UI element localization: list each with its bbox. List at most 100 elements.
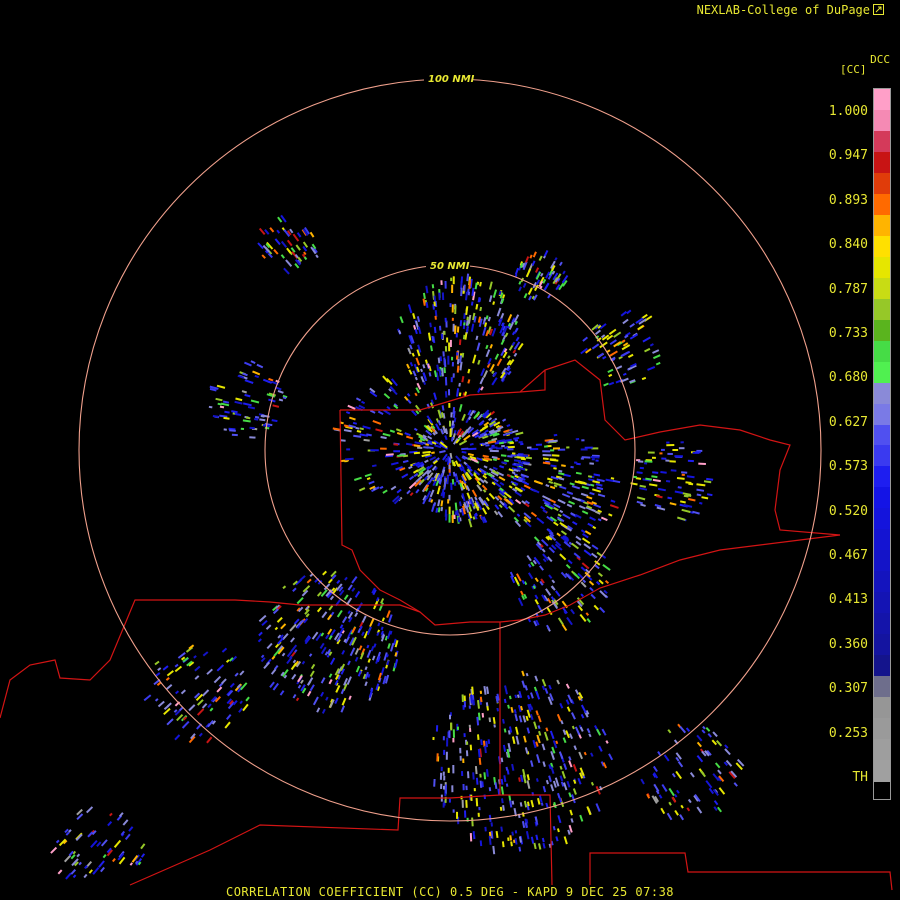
echo-gate bbox=[696, 734, 703, 742]
echo-gate bbox=[463, 313, 466, 319]
echo-gate bbox=[609, 339, 617, 346]
echo-gate bbox=[493, 510, 499, 516]
echo-gate bbox=[579, 726, 584, 732]
echo-gate bbox=[559, 509, 564, 514]
echo-gate bbox=[340, 688, 345, 695]
echo-gate bbox=[457, 517, 461, 523]
echo-gate bbox=[415, 320, 420, 330]
echo-gate bbox=[582, 336, 589, 342]
echo-gate bbox=[100, 839, 108, 847]
echo-gate bbox=[537, 715, 542, 723]
echo-gate bbox=[459, 508, 462, 513]
echo-gate bbox=[481, 507, 488, 515]
echo-gate bbox=[439, 472, 444, 480]
echo-gate bbox=[369, 618, 375, 628]
echo-gate bbox=[500, 826, 503, 832]
echo-gate bbox=[340, 705, 346, 713]
echo-gate bbox=[511, 763, 515, 771]
echo-gate bbox=[366, 644, 370, 649]
echo-gate bbox=[624, 334, 629, 339]
echo-gate bbox=[538, 255, 543, 262]
echo-gate bbox=[343, 594, 349, 601]
echo-gate bbox=[70, 854, 76, 860]
echo-gate bbox=[592, 480, 601, 484]
echo-gate bbox=[437, 420, 442, 426]
echo-gate bbox=[371, 655, 376, 661]
echo-gate bbox=[636, 496, 646, 501]
color-scale-segment bbox=[874, 151, 890, 174]
echo-gate bbox=[272, 404, 280, 408]
echo-gate bbox=[525, 715, 529, 721]
echo-gate bbox=[498, 318, 502, 323]
echo-gate bbox=[560, 781, 565, 787]
echo-gate bbox=[293, 618, 300, 625]
echo-gate bbox=[476, 457, 483, 461]
echo-gate bbox=[513, 576, 520, 585]
external-link-icon[interactable] bbox=[873, 4, 884, 15]
color-scale-segment bbox=[874, 172, 890, 195]
echo-gate bbox=[508, 505, 516, 513]
echo-gate bbox=[201, 689, 210, 697]
echo-gate bbox=[336, 609, 343, 618]
echo-gate bbox=[100, 866, 105, 873]
echo-gate bbox=[559, 765, 563, 770]
echo-gate bbox=[488, 787, 492, 792]
echo-gate bbox=[57, 869, 63, 875]
echo-gate bbox=[482, 454, 489, 458]
echo-gate bbox=[525, 268, 532, 278]
echo-gate bbox=[653, 783, 660, 793]
echo-gate bbox=[500, 454, 507, 457]
echo-gate bbox=[435, 507, 439, 513]
echo-gate bbox=[574, 689, 580, 695]
echo-gate bbox=[306, 677, 314, 686]
echo-gate bbox=[718, 787, 726, 795]
echo-gate bbox=[568, 792, 572, 798]
echo-gate bbox=[404, 432, 411, 437]
echo-gate bbox=[494, 782, 498, 790]
echo-gate bbox=[525, 521, 532, 528]
echo-gate bbox=[511, 331, 516, 336]
echo-gate bbox=[291, 651, 296, 657]
echo-gate bbox=[409, 344, 413, 350]
echo-gate bbox=[506, 313, 513, 323]
color-scale-segment bbox=[874, 319, 890, 342]
echo-gate bbox=[580, 704, 587, 714]
echo-gate bbox=[295, 244, 301, 251]
echo-gate bbox=[371, 464, 377, 468]
echo-gate bbox=[264, 426, 270, 430]
echo-gate bbox=[654, 503, 662, 508]
echo-gate bbox=[514, 830, 518, 834]
echo-gate bbox=[588, 580, 595, 586]
echo-gate bbox=[326, 614, 333, 621]
echo-gate bbox=[608, 381, 615, 386]
echo-gate bbox=[508, 726, 513, 733]
echo-gate bbox=[677, 516, 686, 521]
echo-gate bbox=[581, 537, 591, 545]
echo-gate bbox=[413, 324, 417, 330]
echo-gate bbox=[559, 702, 564, 709]
echo-gate bbox=[503, 698, 507, 704]
echo-gate bbox=[503, 429, 510, 434]
echo-gate bbox=[483, 685, 487, 695]
color-scale-bar bbox=[873, 88, 891, 800]
echo-gate bbox=[465, 291, 468, 301]
echo-gate bbox=[254, 418, 259, 421]
echo-gate bbox=[610, 499, 616, 503]
echo-gate bbox=[437, 357, 441, 364]
echo-gate bbox=[534, 816, 538, 822]
echo-gate bbox=[305, 613, 310, 618]
echo-gate bbox=[72, 874, 77, 879]
echo-gate bbox=[166, 670, 174, 677]
echo-gate bbox=[458, 403, 463, 412]
echo-gate bbox=[386, 630, 392, 640]
echo-gate bbox=[257, 638, 262, 643]
echo-gate bbox=[528, 703, 532, 708]
echo-gate bbox=[328, 605, 334, 611]
color-scale-segment bbox=[874, 109, 890, 132]
echo-gate bbox=[518, 281, 522, 285]
echo-gate bbox=[490, 410, 496, 416]
echo-gate bbox=[276, 616, 283, 623]
echo-gate bbox=[196, 708, 205, 716]
echo-gate bbox=[511, 831, 514, 836]
echo-gate bbox=[545, 779, 549, 785]
